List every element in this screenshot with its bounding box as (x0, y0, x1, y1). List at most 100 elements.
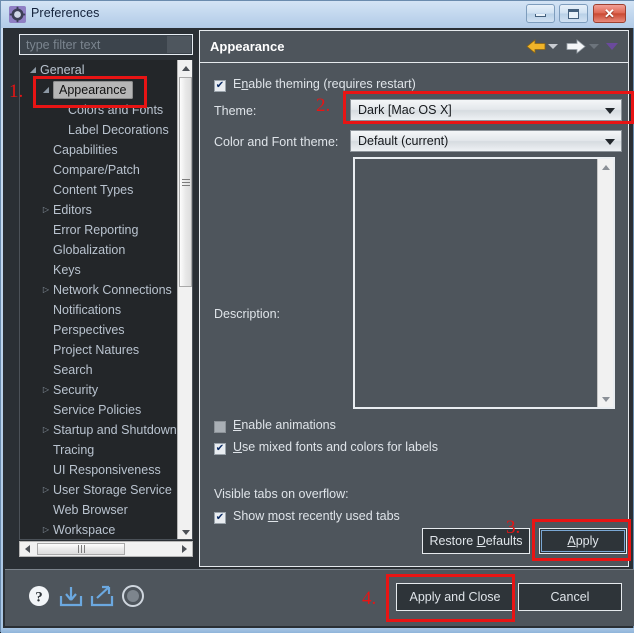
sidebar-item-label: Appearance (53, 81, 133, 99)
theme-combo[interactable]: Dark [Mac OS X] (350, 99, 622, 121)
back-history-chevron-down-icon[interactable] (548, 44, 558, 49)
tree-hscrollbar-thumb[interactable] (37, 543, 125, 555)
theme-label: Theme: (214, 104, 256, 118)
arrow-right-icon[interactable] (566, 39, 586, 54)
sidebar-item-label: Startup and Shutdown (53, 423, 177, 437)
tree-scrollbar-thumb[interactable] (179, 77, 192, 287)
sidebar-item-workspace[interactable]: ▷Workspace (20, 520, 178, 540)
sidebar-item-content-types[interactable]: Content Types (20, 180, 178, 200)
sidebar-item-label: UI Responsiveness (53, 463, 161, 477)
sidebar-item-label: User Storage Service (53, 483, 172, 497)
scroll-up-icon[interactable] (178, 60, 193, 76)
sidebar-item-editors[interactable]: ▷Editors (20, 200, 178, 220)
maximize-button[interactable] (559, 4, 588, 23)
settings-tree-list: ◢General◢AppearanceColors and FontsLabel… (20, 60, 178, 540)
filter-placeholder: type filter text (26, 38, 100, 52)
theme-combo-value: Dark [Mac OS X] (358, 103, 452, 117)
sidebar-item-perspectives[interactable]: Perspectives (20, 320, 178, 340)
sidebar-item-label: Editors (53, 203, 92, 217)
scroll-up-icon[interactable] (598, 159, 613, 175)
expand-arrow-closed-icon[interactable]: ▷ (41, 520, 51, 540)
settings-gear-icon[interactable] (121, 584, 145, 608)
scroll-left-icon[interactable] (20, 542, 35, 556)
scroll-down-icon[interactable] (598, 391, 613, 407)
tree-horizontal-scrollbar[interactable] (19, 541, 193, 557)
sidebar-item-keys[interactable]: Keys (20, 260, 178, 280)
annotation-number-4: 4. (362, 588, 376, 610)
sidebar-item-label: Network Connections (53, 283, 172, 297)
import-icon[interactable] (58, 584, 84, 608)
sidebar-item-user-storage-service[interactable]: ▷User Storage Service (20, 480, 178, 500)
color-font-theme-combo[interactable]: Default (current) (350, 130, 622, 152)
sidebar-item-compare-patch[interactable]: Compare/Patch (20, 160, 178, 180)
sidebar-item-label: Globalization (53, 243, 125, 257)
sidebar-item-security[interactable]: ▷Security (20, 380, 178, 400)
sidebar-item-label: Keys (53, 263, 81, 277)
preferences-gear-icon (9, 6, 26, 23)
sidebar-item-web-browser[interactable]: Web Browser (20, 500, 178, 520)
close-icon: ✕ (604, 7, 615, 20)
sidebar-item-service-policies[interactable]: Service Policies (20, 400, 178, 420)
apply-button[interactable]: Apply (539, 528, 627, 554)
sidebar-item-general[interactable]: ◢General (20, 60, 178, 80)
scroll-right-icon[interactable] (177, 542, 192, 556)
chevron-down-icon[interactable] (605, 108, 615, 114)
sidebar-item-error-reporting[interactable]: Error Reporting (20, 220, 178, 240)
expand-arrow-closed-icon[interactable]: ▷ (41, 280, 51, 300)
annotation-number-2: 2. (316, 95, 330, 117)
use-mixed-fonts-checkbox[interactable] (214, 443, 226, 455)
tree-vertical-scrollbar[interactable] (177, 60, 192, 540)
enable-animations-label: Enable animations (233, 418, 336, 432)
sidebar-item-label-decorations[interactable]: Label Decorations (20, 120, 178, 140)
filter-input-wrapper[interactable]: type filter text (19, 34, 193, 55)
show-mru-tabs-checkbox[interactable] (214, 512, 226, 524)
use-mixed-fonts-label: Use mixed fonts and colors for labels (233, 440, 438, 454)
scroll-down-icon[interactable] (178, 524, 193, 540)
sidebar-item-network-connections[interactable]: ▷Network Connections (20, 280, 178, 300)
description-textarea[interactable] (353, 157, 615, 409)
view-menu-icon[interactable] (606, 43, 618, 50)
settings-tree[interactable]: ◢General◢AppearanceColors and FontsLabel… (19, 60, 193, 540)
description-label: Description: (214, 307, 280, 321)
sidebar-item-globalization[interactable]: Globalization (20, 240, 178, 260)
expand-arrow-closed-icon[interactable]: ▷ (41, 420, 51, 440)
sidebar-item-ui-responsiveness[interactable]: UI Responsiveness (20, 460, 178, 480)
window-title: Preferences (31, 6, 100, 20)
expand-arrow-open-icon[interactable]: ◢ (28, 60, 38, 80)
sidebar-item-search[interactable]: Search (20, 360, 178, 380)
arrow-left-icon[interactable] (526, 39, 546, 54)
sidebar-item-label: Web Browser (53, 503, 128, 517)
apply-and-close-button[interactable]: Apply and Close (396, 583, 514, 611)
expand-arrow-closed-icon[interactable]: ▷ (41, 480, 51, 500)
sidebar-item-label: Tracing (53, 443, 94, 457)
filter-input-cap (167, 36, 191, 53)
sidebar-item-project-natures[interactable]: Project Natures (20, 340, 178, 360)
window-bottom-edge (1, 628, 634, 633)
chevron-down-icon[interactable] (605, 139, 615, 145)
export-icon[interactable] (89, 584, 115, 608)
help-question-icon[interactable]: ? (27, 584, 51, 608)
color-font-theme-label: Color and Font theme: (214, 135, 338, 149)
preferences-window: Preferences ✕ type filter text ◢General◢… (0, 0, 634, 632)
sidebar-item-colors-and-fonts[interactable]: Colors and Fonts (20, 100, 178, 120)
sidebar-item-appearance[interactable]: ◢Appearance (20, 80, 178, 100)
description-scrollbar[interactable] (597, 159, 613, 407)
annotation-number-1: 1. (9, 81, 23, 103)
sidebar-item-startup-and-shutdown[interactable]: ▷Startup and Shutdown (20, 420, 178, 440)
sidebar-item-label: Compare/Patch (53, 163, 140, 177)
sidebar-item-label: Error Reporting (53, 223, 138, 237)
expand-arrow-closed-icon[interactable]: ▷ (41, 380, 51, 400)
sidebar-item-capabilities[interactable]: Capabilities (20, 140, 178, 160)
cancel-button[interactable]: Cancel (518, 583, 622, 611)
enable-theming-checkbox[interactable] (214, 80, 226, 92)
close-button[interactable]: ✕ (593, 4, 626, 23)
enable-animations-checkbox[interactable] (214, 421, 226, 433)
color-font-theme-combo-value: Default (current) (358, 134, 448, 148)
expand-arrow-open-icon[interactable]: ◢ (41, 80, 51, 100)
minimize-button[interactable] (526, 4, 555, 23)
minimize-icon (535, 14, 546, 17)
sidebar-item-tracing[interactable]: Tracing (20, 440, 178, 460)
forward-history-chevron-down-icon (589, 44, 599, 49)
sidebar-item-notifications[interactable]: Notifications (20, 300, 178, 320)
expand-arrow-closed-icon[interactable]: ▷ (41, 200, 51, 220)
